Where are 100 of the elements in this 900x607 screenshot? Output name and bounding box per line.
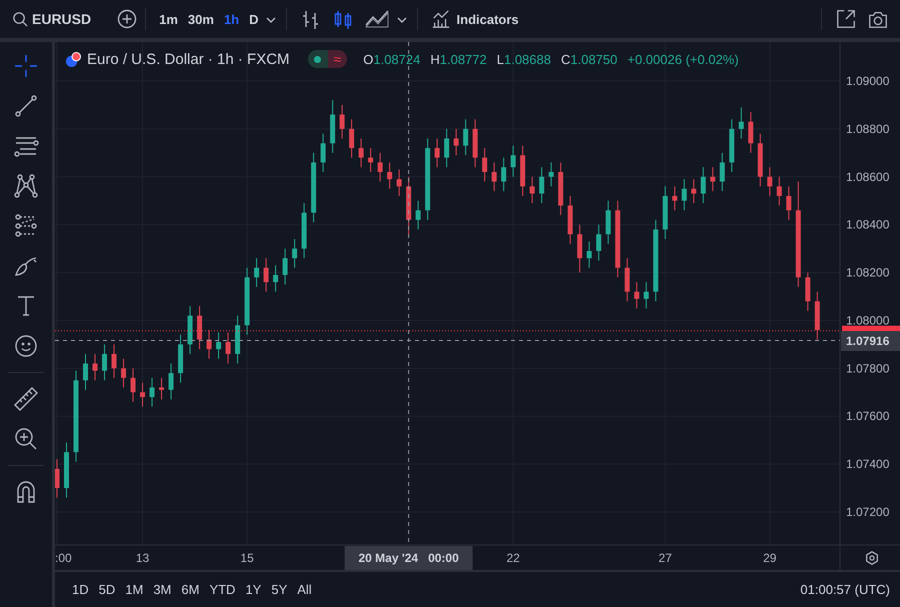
price-change: +0.00026 (+0.02%)	[627, 52, 739, 66]
clock-text: 01:00:57 (UTC)	[800, 582, 890, 597]
price-axis-label: 1.08800	[846, 122, 890, 136]
price-axis-label: 1.08000	[846, 313, 890, 328]
time-axis-label: 27	[658, 551, 672, 565]
candlestick	[140, 382, 146, 408]
pattern-icon[interactable]	[12, 172, 40, 200]
range-button[interactable]: 5Y	[266, 579, 292, 600]
candlestick	[700, 166, 706, 204]
candlestick	[748, 112, 754, 154]
candlestick	[340, 104, 345, 139]
candlestick	[112, 344, 117, 378]
interval-button[interactable]: 30m	[182, 8, 219, 30]
candlestick	[510, 145, 516, 178]
candlestick	[264, 258, 269, 292]
candlestick	[786, 186, 792, 220]
candlestick	[682, 178, 687, 211]
candlestick	[501, 157, 506, 192]
ohlc-value: O1.08724	[363, 52, 420, 66]
candlestick	[767, 166, 772, 196]
candlestick	[758, 133, 763, 187]
range-button[interactable]: 3M	[148, 579, 176, 600]
candlestick	[302, 202, 307, 259]
settings-icon[interactable]	[864, 550, 880, 566]
candlestick	[662, 186, 668, 240]
search-icon	[12, 11, 28, 27]
candlestick	[130, 368, 136, 402]
ohlc-value: C1.08750	[560, 52, 618, 66]
range-button[interactable]: 1Y	[240, 579, 266, 600]
ohlc-value: H1.08772	[430, 52, 487, 66]
candlestick	[349, 118, 354, 158]
price-axis-label: 1.07600	[846, 409, 890, 424]
symbol-search-button[interactable]: EURUSD	[10, 7, 94, 31]
interval-button[interactable]: D	[244, 8, 264, 30]
candlestick	[235, 315, 240, 364]
indicators-button[interactable]: Indicators	[426, 5, 524, 33]
plus-circle-icon[interactable]	[117, 9, 138, 29]
candlestick	[150, 377, 155, 408]
candlestick	[492, 162, 497, 192]
candlestick	[378, 152, 383, 182]
external-link-icon[interactable]	[835, 8, 857, 30]
crosshair-icon[interactable]	[12, 52, 40, 80]
interval-button[interactable]: 1h	[218, 8, 244, 30]
candlestick	[710, 166, 716, 192]
candlestick	[282, 248, 288, 286]
time-axis-label: 13	[136, 551, 150, 565]
ohlc-value: L1.08688	[496, 52, 551, 66]
candlestick	[206, 330, 212, 360]
range-button[interactable]: 1M	[120, 579, 148, 600]
crosshair-price-label: 1.07916	[841, 330, 900, 351]
candlestick	[539, 166, 544, 204]
bar-chart-icon	[430, 9, 451, 29]
price-axis-label: 1.08200	[846, 266, 890, 280]
range-button[interactable]: All	[292, 579, 317, 600]
candlestick	[416, 200, 421, 230]
candlestick	[92, 353, 98, 381]
time-axis-label: 22	[506, 551, 520, 565]
candlestick	[254, 258, 260, 288]
candlestick	[358, 138, 364, 168]
candlestick	[197, 306, 202, 350]
symbol-title: Euro / U.S. Dollar · 1h · FXCM	[87, 50, 290, 68]
candlestick	[273, 264, 278, 292]
candlestick	[624, 258, 630, 302]
candlestick	[434, 138, 440, 168]
ruler-icon[interactable]	[12, 385, 40, 413]
candlestick	[577, 224, 582, 274]
candlestick	[292, 238, 298, 268]
range-button[interactable]: 6M	[176, 579, 204, 600]
time-axis-label: 15	[240, 551, 254, 565]
candlestick	[330, 100, 336, 154]
data-status-indicator: ≈	[328, 50, 348, 68]
candlestick	[691, 178, 696, 204]
candlestick	[178, 334, 184, 384]
candlestick	[368, 148, 374, 172]
time-axis-label: :00	[55, 551, 72, 565]
candlestick	[121, 358, 126, 388]
candlestick	[586, 240, 592, 268]
candlestick	[720, 152, 725, 192]
candlestick	[216, 332, 222, 360]
candlestick	[396, 169, 402, 196]
candlestick	[482, 148, 488, 182]
candlestick	[596, 224, 602, 262]
candlestick	[558, 162, 564, 216]
candlestick	[83, 353, 88, 390]
candlestick	[634, 282, 640, 309]
range-button[interactable]: 1D	[67, 579, 94, 600]
candlestick	[568, 195, 573, 244]
candlestick	[805, 272, 810, 312]
interval-button[interactable]: 1m	[154, 8, 183, 30]
candlestick	[226, 332, 231, 364]
candlestick	[55, 458, 60, 498]
candlestick	[472, 118, 478, 168]
candlestick	[454, 128, 459, 156]
candlestick	[387, 162, 392, 190]
range-button[interactable]: 5D	[94, 579, 120, 600]
candlestick	[406, 176, 412, 235]
price-axis-label: 1.08400	[846, 218, 890, 232]
range-button[interactable]: YTD	[204, 579, 240, 600]
candlestick	[530, 176, 535, 204]
candlestick	[64, 442, 69, 498]
